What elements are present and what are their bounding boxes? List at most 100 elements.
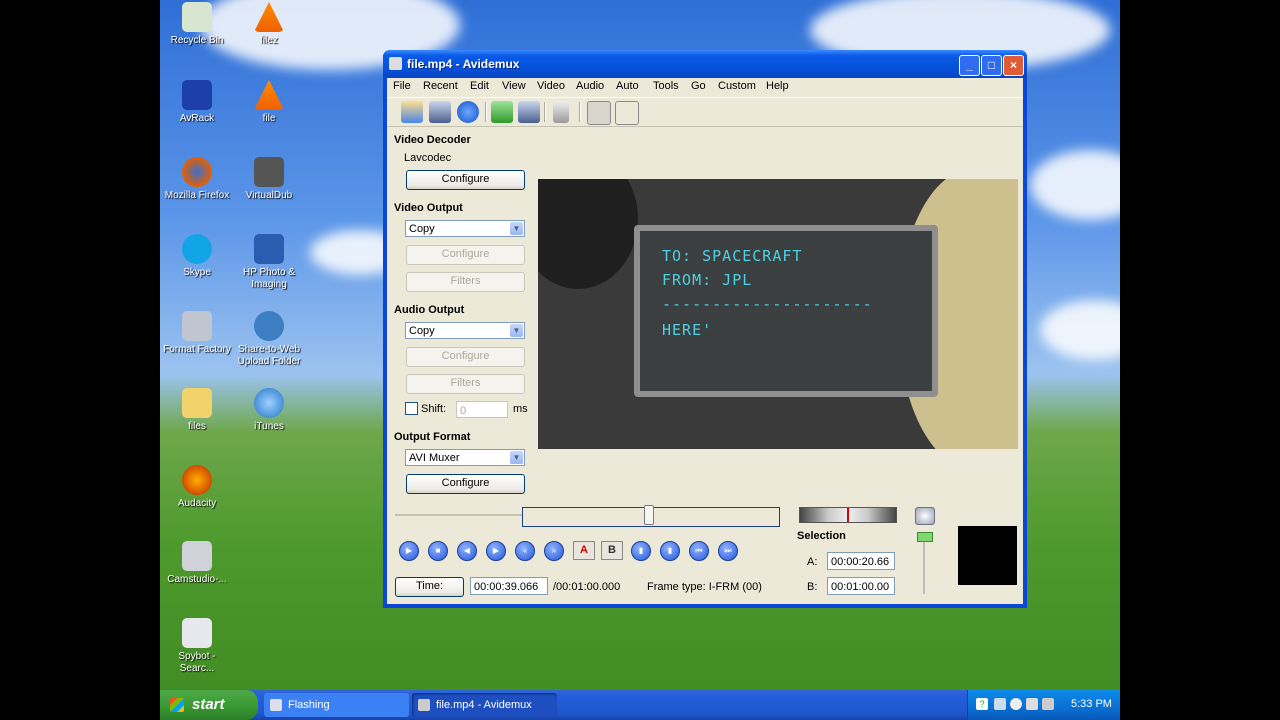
audio-output-select[interactable]: Copy ▼ [405,322,525,339]
close-button[interactable]: × [1003,55,1024,76]
menu-file[interactable]: File [393,80,411,92]
desktop-icon-filez[interactable]: filez [232,2,306,47]
time-button[interactable]: Time: [395,577,464,597]
avidemux-window: file.mp4 - Avidemux _ □ × File Recent Ed… [383,50,1027,608]
desktop-icon-virtualdub[interactable]: VirtualDub [232,157,306,202]
video-filters-button[interactable]: Filters [406,272,525,292]
timeline-slider[interactable] [643,505,654,525]
menu-recent[interactable]: Recent [423,80,458,92]
volume-slider-track [923,534,925,594]
info-icon[interactable] [457,101,479,123]
menu-view[interactable]: View [502,80,526,92]
desktop-icon-hp-photo[interactable]: HP Photo & Imaging [232,234,306,291]
marker-a-field[interactable]: 00:00:20.66 [827,552,895,570]
desktop-icon-audacity[interactable]: Audacity [160,465,234,510]
desktop-icon-recycle-bin[interactable]: Recycle Bin [160,2,234,47]
save-image-icon[interactable] [491,101,513,123]
shift-checkbox[interactable] [405,402,418,415]
save-video-icon[interactable] [518,101,540,123]
taskbar-item-flashing[interactable]: Flashing [264,693,409,717]
vlc-icon [254,2,284,32]
network-icon[interactable] [994,698,1006,710]
desktop-icon-firefox[interactable]: Mozilla Firefox [160,157,234,202]
start-button[interactable]: start [160,690,258,720]
video-configure-button[interactable]: Configure [406,245,525,265]
calculator-icon[interactable] [553,101,569,123]
marker-b-field[interactable]: 00:01:00.00 [827,577,895,595]
format-factory-icon [182,311,212,341]
audio-filters-button[interactable]: Filters [406,374,525,394]
chevron-down-icon: ▼ [510,451,523,464]
video-output-value: Copy [409,223,435,235]
decoder-configure-button[interactable]: Configure [406,170,525,190]
previous-black-frame-icon[interactable]: ▮ [631,541,651,561]
desktop-icon-label: filez [260,35,278,46]
desktop-icon-camstudio[interactable]: Camstudio-... [160,541,234,586]
windows-logo-icon [170,698,184,712]
shift-spinbox[interactable]: 0 [456,401,508,418]
help-icon[interactable]: ? [976,698,988,710]
screen-line-3: --------------------- [662,295,873,313]
jog-shuttle[interactable] [799,507,897,523]
desktop-icon-spybot[interactable]: Spybot - Searc... [160,618,234,675]
clock[interactable]: 5:33 PM [1071,698,1112,710]
desktop-icon-label: Skype [183,267,211,278]
desktop-icon-avrack[interactable]: AvRack [160,80,234,125]
decoder-name: Lavcodec [404,152,452,164]
next-frame-icon[interactable]: ▶ [486,541,506,561]
taskbar-item-avidemux[interactable]: file.mp4 - Avidemux [412,693,557,717]
open-icon[interactable] [401,101,423,123]
jog-indicator [847,508,849,522]
output-preview-icon[interactable] [615,101,639,125]
play-icon[interactable]: ▶ [399,541,419,561]
desktop-icon-files[interactable]: files [160,388,234,433]
input-preview-icon[interactable] [587,101,611,125]
save-icon[interactable] [429,101,451,123]
recycle-bin-icon [182,2,212,32]
desktop-icon-label: Camstudio-... [167,574,227,585]
toolbar-separator [579,102,581,122]
maximize-button[interactable]: □ [981,55,1002,76]
menu-go[interactable]: Go [691,80,706,92]
next-black-frame-icon[interactable]: ▮ [660,541,680,561]
safely-remove-icon[interactable] [1010,698,1022,710]
menu-edit[interactable]: Edit [470,80,489,92]
desktop-icon-itunes[interactable]: iTunes [232,388,306,433]
menu-custom[interactable]: Custom [718,80,756,92]
character-silhouette [538,179,638,289]
previous-frame-icon[interactable]: ◀ [457,541,477,561]
video-output-select[interactable]: Copy ▼ [405,220,525,237]
screen-line-1: TO: SPACECRAFT [662,247,803,265]
desktop-icon-format-factory[interactable]: Format Factory [160,311,234,356]
menu-audio[interactable]: Audio [576,80,604,92]
desktop-icon-file[interactable]: file [232,80,306,125]
shift-value: 0 [460,405,467,417]
menu-video[interactable]: Video [537,80,565,92]
marker-a-label: A: [807,556,818,568]
minimize-button[interactable]: _ [959,55,980,76]
last-frame-icon[interactable]: ⏭ [718,541,738,561]
format-configure-button[interactable]: Configure [406,474,525,494]
volume-icon[interactable] [1042,698,1054,710]
desktop-icon-skype[interactable]: Skype [160,234,234,279]
menu-tools[interactable]: Tools [653,80,679,92]
audio-configure-button[interactable]: Configure [406,347,525,367]
output-format-select[interactable]: AVI Muxer ▼ [405,449,525,466]
menu-auto[interactable]: Auto [616,80,639,92]
title-bar[interactable]: file.mp4 - Avidemux _ □ × [383,50,1027,78]
set-marker-b-button[interactable]: B [601,541,623,560]
desktop-icon-label: files [188,421,206,432]
menu-help[interactable]: Help [766,80,789,92]
speaker-icon[interactable] [915,507,935,525]
previous-keyframe-icon[interactable]: « [515,541,535,561]
desktop-icon-share-to-web[interactable]: Share-to-Web Upload Folder [232,311,306,368]
monitor-screen: TO: SPACECRAFT FROM: JPL ---------------… [634,225,938,397]
first-frame-icon[interactable]: ⏮ [689,541,709,561]
current-time-field[interactable]: 00:00:39.066 [470,577,548,595]
volume-slider-thumb[interactable] [917,532,933,542]
display-icon[interactable] [1026,698,1038,710]
current-time-value: 00:00:39.066 [474,581,539,593]
next-keyframe-icon[interactable]: » [544,541,564,561]
set-marker-a-button[interactable]: A [573,541,595,560]
stop-icon[interactable]: ■ [428,541,448,561]
